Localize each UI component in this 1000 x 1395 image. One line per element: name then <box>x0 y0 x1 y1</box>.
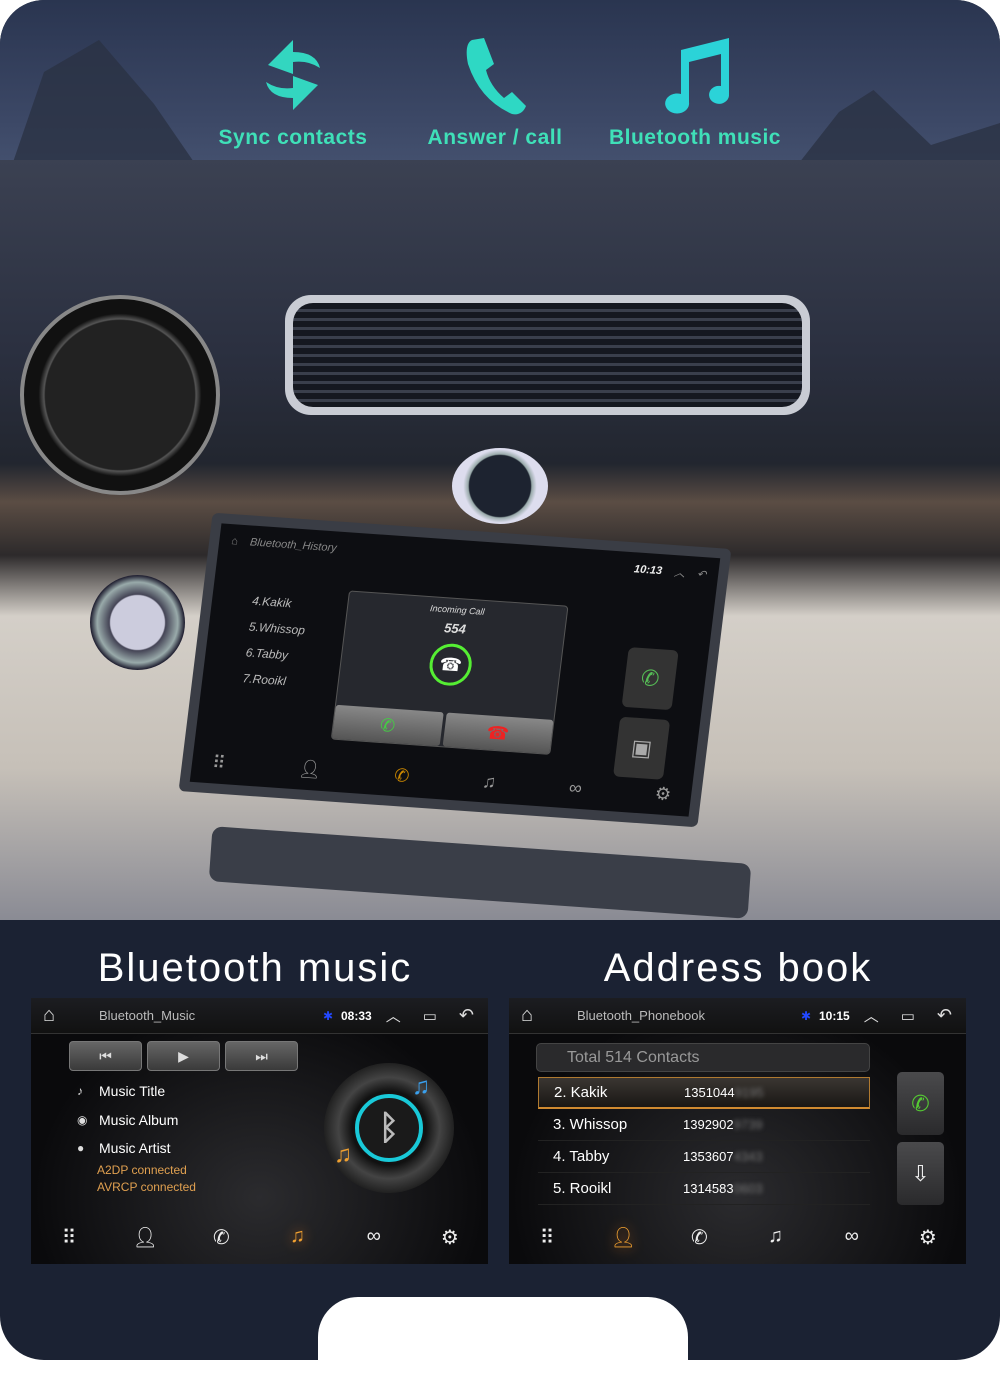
screen-title: Bluetooth_History <box>249 536 338 555</box>
bottom-tab-notch <box>318 1297 688 1377</box>
album-icon: ◉ <box>77 1113 88 1127</box>
music-album: Music Album <box>99 1112 179 1128</box>
vinyl-disc-graphic: ᛒ ♫ ♫ <box>324 1063 454 1193</box>
call-history-icon[interactable]: ✆ <box>393 765 410 787</box>
dialpad-icon[interactable]: ⠿ <box>49 1225 89 1250</box>
feature-sync-contacts: Sync contacts <box>193 30 393 150</box>
recent-apps-icon[interactable]: ▭ <box>901 1007 915 1025</box>
screen-title: Bluetooth_Music <box>99 1008 196 1023</box>
phone-icon <box>466 38 526 115</box>
previous-track-button[interactable]: ⏮ <box>69 1041 142 1071</box>
phone-sync-button[interactable]: ▣ <box>612 716 671 780</box>
ringing-phone-icon: ☎ <box>427 642 475 688</box>
dialpad-icon[interactable]: ⠿ <box>527 1225 567 1250</box>
music-icon[interactable]: ♫ <box>756 1225 796 1250</box>
contact-search-input[interactable]: Total 514 Contacts <box>536 1043 870 1072</box>
car-head-unit-screen: ⌂ Bluetooth_History 10:13 ︿ ↶ 4.Kakik 5.… <box>178 512 732 828</box>
home-icon[interactable]: ⌂ <box>43 1004 93 1027</box>
artist-icon: ● <box>77 1141 85 1155</box>
music-artist: Music Artist <box>99 1140 171 1156</box>
contact-row[interactable]: 5. Rooikl 13145830603 <box>538 1173 870 1205</box>
contact-row: 4.Kakik <box>251 593 293 611</box>
chevron-up-icon[interactable]: ︿ <box>386 1005 401 1026</box>
decline-button[interactable]: ☎ <box>442 712 554 754</box>
bluetooth-phonebook-screen: ⌂ Bluetooth_Phonebook ✱ 10:15 ︿ ▭ ↶ Tota… <box>509 998 966 1264</box>
contacts-icon[interactable]: 👤︎ <box>297 758 322 780</box>
link-icon[interactable]: ∞ <box>568 777 583 799</box>
settings-icon[interactable]: ⚙ <box>654 783 673 805</box>
download-contacts-button[interactable]: ⇩ <box>897 1142 944 1205</box>
home-icon: ⌂ <box>230 535 239 548</box>
contact-row: 6.Tabby <box>245 645 289 663</box>
contact-row: 5.Whissop <box>248 619 306 638</box>
clock-time: 10:15 <box>819 1008 850 1023</box>
recent-apps-icon[interactable]: ▭ <box>423 1007 437 1025</box>
avrcp-status: AVRCP connected <box>97 1180 196 1194</box>
back-icon[interactable]: ↶ <box>937 1005 952 1026</box>
sync-icon <box>266 40 320 110</box>
call-history-icon[interactable]: ✆ <box>679 1225 719 1250</box>
link-icon[interactable]: ∞ <box>354 1225 394 1250</box>
phonebook-heading: Address book <box>603 946 873 990</box>
contacts-icon[interactable]: 👤︎ <box>125 1225 165 1250</box>
answer-button[interactable]: ✆ <box>331 704 444 747</box>
chevron-up-icon: ︿ <box>673 567 686 580</box>
engine-start-button <box>90 575 185 670</box>
music-heading: Bluetooth music <box>97 946 413 990</box>
feature-label: Answer / call <box>427 126 563 149</box>
call-history-icon[interactable]: ✆ <box>201 1225 241 1250</box>
play-button[interactable]: ▶ <box>147 1041 220 1071</box>
contact-row[interactable]: 4. Tabby 13536074343 <box>538 1141 870 1173</box>
music-icon[interactable]: ♫ <box>481 771 497 793</box>
bluetooth-icon: ✱ <box>800 1008 811 1023</box>
feature-bluetooth-music: Bluetooth music <box>595 30 795 150</box>
call-button[interactable]: ✆ <box>897 1072 944 1135</box>
a2dp-status: A2DP connected <box>97 1163 187 1177</box>
next-track-button[interactable]: ⏭ <box>225 1041 298 1071</box>
clock-time: 10:13 <box>633 563 663 578</box>
banner: Sync contacts Answer / call Bluetooth mu… <box>0 0 1000 1360</box>
speedometer <box>20 295 220 495</box>
feature-answer-call: Answer / call <box>395 30 595 150</box>
bluetooth-icon: ᛒ <box>355 1094 423 1162</box>
home-icon[interactable]: ⌂ <box>521 1004 571 1027</box>
call-button[interactable]: ✆ <box>621 647 679 711</box>
music-icon[interactable]: ♫ <box>278 1225 318 1250</box>
contact-row: 7.Rooikl <box>241 671 287 689</box>
settings-icon[interactable]: ⚙ <box>908 1225 948 1250</box>
contacts-icon[interactable]: 👤︎ <box>603 1225 643 1250</box>
music-title-icon: ♪ <box>77 1084 83 1098</box>
feature-label: Sync contacts <box>218 126 368 149</box>
feature-label: Bluetooth music <box>608 126 781 149</box>
air-vent <box>285 295 810 415</box>
settings-icon[interactable]: ⚙ <box>430 1225 470 1250</box>
bluetooth-icon: ✱ <box>322 1008 333 1023</box>
link-icon[interactable]: ∞ <box>832 1225 872 1250</box>
bluetooth-music-screen: ⌂ Bluetooth_Music ✱ 08:33 ︿ ▭ ↶ ⏮ ▶ ⏭ ♪ M… <box>31 998 488 1264</box>
music-note-icon: ♫ <box>334 1141 352 1168</box>
screen-title: Bluetooth_Phonebook <box>577 1008 705 1023</box>
music-note-icon <box>665 38 730 114</box>
music-note-icon: ♫ <box>412 1073 430 1100</box>
music-title: Music Title <box>99 1083 166 1099</box>
back-icon: ↶ <box>696 568 707 581</box>
back-icon[interactable]: ↶ <box>459 1005 474 1026</box>
dashboard-clock <box>452 448 548 524</box>
contact-row[interactable]: 2. Kakik 13510449195 <box>538 1077 870 1109</box>
contact-row[interactable]: 3. Whissop 13929029739 <box>538 1109 870 1141</box>
chevron-up-icon[interactable]: ︿ <box>864 1005 879 1026</box>
incoming-call-dialog: Incoming Call 554 ☎ ✆ ☎ <box>330 590 569 755</box>
clock-time: 08:33 <box>341 1008 372 1023</box>
dialpad-icon[interactable]: ⠿ <box>211 752 227 774</box>
